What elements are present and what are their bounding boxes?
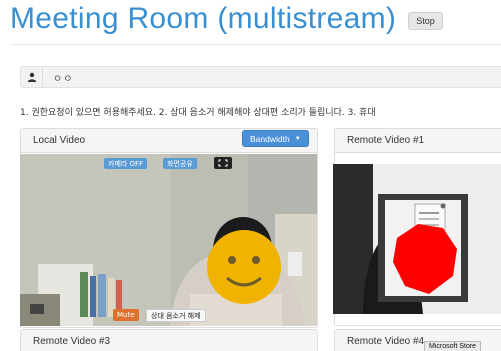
meeting-room-page: Meeting Room (multistream) Stop ㅇㅇ 1. 권한…	[0, 0, 501, 351]
divider	[10, 44, 501, 45]
taskbar-tooltip: Microsoft Store	[424, 341, 482, 351]
fullscreen-button[interactable]	[214, 157, 232, 169]
user-icon	[21, 67, 43, 87]
caret-down-icon: ▼	[294, 135, 301, 142]
expand-icon	[218, 159, 228, 167]
remote-video-1-header: Remote Video #1	[335, 129, 501, 153]
bandwidth-dropdown[interactable]: Bandwidth ▼	[242, 130, 309, 147]
local-video: 카메라 OFF 화면공유 Mute 상대 음소거 해제	[20, 154, 317, 326]
title-row: Meeting Room (multistream) Stop	[10, 2, 443, 36]
remote-video-1	[333, 164, 501, 314]
user-bar: ㅇㅇ	[20, 66, 501, 88]
page-title: Meeting Room (multistream)	[10, 2, 397, 35]
unmute-remote-button[interactable]: 상대 음소거 해제	[146, 309, 206, 322]
instructions-text: 1. 권한요청이 있으면 허용해주세요. 2. 상대 음소거 해제해야 상대편 …	[20, 108, 376, 118]
bandwidth-label: Bandwidth	[250, 133, 290, 144]
mute-button[interactable]: Mute	[113, 309, 139, 321]
remote-video-3-panel: Remote Video #3	[20, 329, 318, 351]
remote-video-3-header: Remote Video #3	[21, 330, 317, 351]
screen-share-button[interactable]: 화면공유	[163, 158, 197, 169]
stop-button[interactable]: Stop	[408, 12, 443, 30]
user-name: ㅇㅇ	[53, 73, 74, 85]
camera-off-button[interactable]: 카메라 OFF	[104, 158, 148, 169]
local-video-frame	[20, 154, 317, 326]
remote-video-1-frame	[333, 164, 501, 314]
